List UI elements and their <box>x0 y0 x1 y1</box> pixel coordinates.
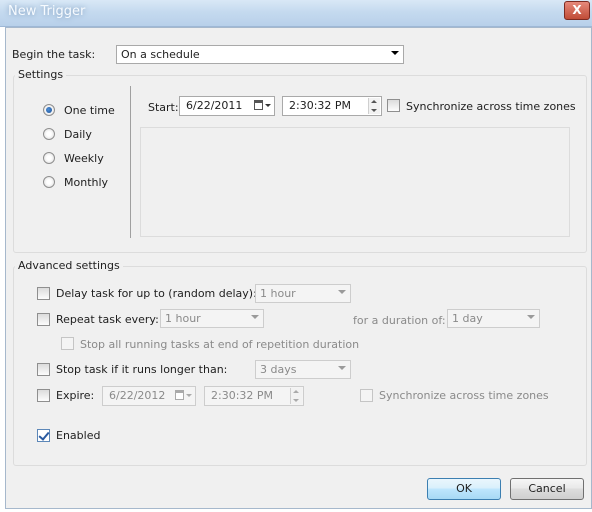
repeat-task-label: Repeat task every: <box>56 313 159 326</box>
expire-date-value: 6/22/2012 <box>109 389 166 402</box>
radio-monthly-label: Monthly <box>64 176 109 189</box>
begin-task-value: On a schedule <box>121 48 200 61</box>
new-trigger-window: New Trigger X Begin the task: On a sched… <box>0 0 592 512</box>
ok-button[interactable]: OK <box>427 478 501 500</box>
chevron-down-icon <box>338 290 346 294</box>
delay-task-checkbox[interactable] <box>37 287 50 300</box>
sync-time-zones-label: Synchronize across time zones <box>406 100 576 113</box>
sync-time-zones-checkbox[interactable] <box>387 99 400 112</box>
stop-longer-combo[interactable]: 3 days <box>255 360 351 379</box>
repeat-task-checkbox[interactable] <box>37 313 50 326</box>
time-spinner-icon[interactable] <box>290 388 302 404</box>
repeat-interval-combo[interactable]: 1 hour <box>160 309 264 328</box>
begin-task-combo[interactable]: On a schedule <box>116 45 404 64</box>
window-title: New Trigger <box>8 4 86 19</box>
chevron-down-icon <box>251 315 259 319</box>
expire-time-field[interactable]: 2:30:32 PM <box>204 386 304 406</box>
start-date-value: 6/22/2011 <box>186 99 243 112</box>
enabled-checkbox[interactable] <box>37 429 50 442</box>
dialog-body: Begin the task: On a schedule Settings O… <box>5 27 592 509</box>
expire-sync-label: Synchronize across time zones <box>379 389 549 402</box>
title-bar[interactable]: New Trigger X <box>0 0 592 27</box>
start-time-value: 2:30:32 PM <box>289 99 352 112</box>
radio-one-time[interactable] <box>43 104 55 116</box>
radio-one-time-label: One time <box>64 104 115 117</box>
radio-monthly[interactable] <box>43 176 55 188</box>
duration-combo[interactable]: 1 day <box>447 309 540 328</box>
radio-daily[interactable] <box>43 128 55 140</box>
start-date-picker[interactable]: 6/22/2011 <box>179 96 275 116</box>
delay-value: 1 hour <box>260 287 296 300</box>
expire-label: Expire: <box>56 389 95 402</box>
stop-task-longer-label: Stop task if it runs longer than: <box>56 363 228 376</box>
expire-checkbox[interactable] <box>37 389 50 402</box>
close-button[interactable]: X <box>564 1 590 20</box>
radio-weekly[interactable] <box>43 152 55 164</box>
calendar-icon[interactable] <box>254 99 272 113</box>
chevron-down-icon <box>391 51 399 55</box>
begin-task-label: Begin the task: <box>12 48 96 61</box>
time-spinner-icon[interactable] <box>368 98 380 114</box>
start-time-field[interactable]: 2:30:32 PM <box>282 96 382 116</box>
stop-all-tasks-checkbox[interactable] <box>61 337 74 350</box>
schedule-options-panel <box>140 127 570 237</box>
settings-group-label: Settings <box>15 68 67 81</box>
stop-task-longer-checkbox[interactable] <box>37 363 50 376</box>
expire-sync-checkbox[interactable] <box>360 389 373 402</box>
chevron-down-icon <box>338 366 346 370</box>
duration-value: 1 day <box>452 312 483 325</box>
repeat-interval-value: 1 hour <box>165 312 201 325</box>
stop-all-tasks-label: Stop all running tasks at end of repetit… <box>80 338 360 351</box>
radio-daily-label: Daily <box>64 128 92 141</box>
enabled-label: Enabled <box>56 429 101 442</box>
start-label: Start: <box>148 101 179 114</box>
advanced-settings-label: Advanced settings <box>15 259 123 272</box>
stop-longer-value: 3 days <box>260 363 297 376</box>
delay-task-label: Delay task for up to (random delay): <box>56 287 257 300</box>
expire-time-value: 2:30:32 PM <box>211 389 274 402</box>
settings-divider <box>130 86 131 238</box>
expire-date-picker[interactable]: 6/22/2012 <box>102 386 196 406</box>
calendar-icon[interactable] <box>175 389 193 403</box>
delay-combo[interactable]: 1 hour <box>255 284 351 303</box>
chevron-down-icon <box>527 315 535 319</box>
cancel-button[interactable]: Cancel <box>510 478 584 500</box>
close-icon: X <box>572 3 582 17</box>
radio-weekly-label: Weekly <box>64 152 104 165</box>
duration-label: for a duration of: <box>353 314 446 327</box>
